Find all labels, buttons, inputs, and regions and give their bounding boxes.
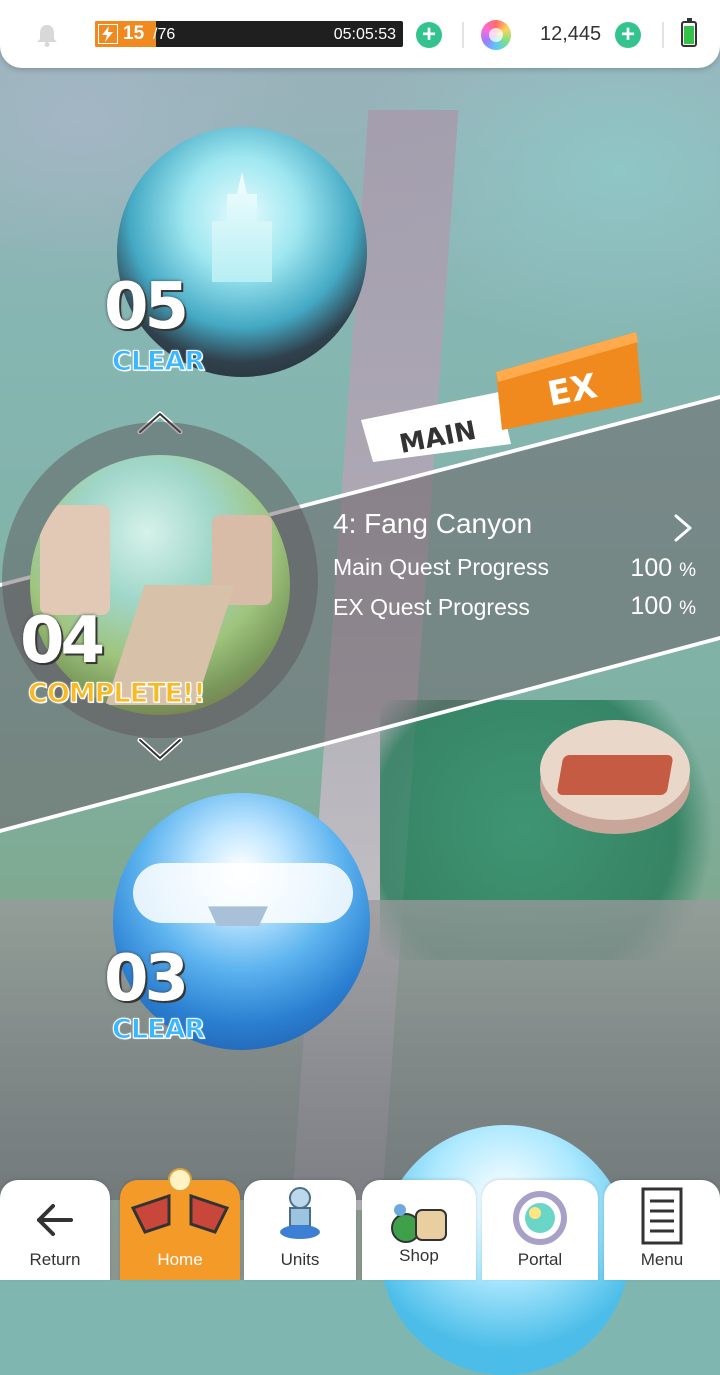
stage-05-number: 05 — [104, 270, 189, 344]
unit-figure-icon — [280, 1187, 320, 1239]
stamina-max: /76 — [153, 26, 176, 43]
divider — [662, 22, 664, 48]
main-quest-value: 100 % — [630, 554, 696, 582]
stamina-bar: 15 /76 05:05:53 — [95, 21, 403, 47]
canyon-rock — [40, 505, 110, 615]
rainbow-gem-icon — [481, 20, 511, 50]
arrow-left-icon — [37, 1204, 73, 1236]
red-carpet — [556, 755, 674, 795]
nav-return-label: Return — [29, 1250, 81, 1269]
nav-home-button[interactable]: Home — [120, 1168, 240, 1280]
crystal-city — [212, 172, 272, 282]
menu-list-icon — [641, 1187, 683, 1245]
nav-portal-label: Portal — [517, 1250, 563, 1269]
bottom-navigation: Return Home Units Shop Portal Menu — [0, 1168, 720, 1280]
chevron-down-icon[interactable] — [137, 738, 183, 762]
battery-icon — [681, 18, 697, 47]
add-gems-plus-icon[interactable]: + — [615, 22, 641, 48]
ex-quest-label: EX Quest Progress — [333, 594, 530, 620]
stage-04-number: 04 — [20, 604, 105, 678]
nav-shop-label: Shop — [399, 1246, 439, 1265]
shop-bag-icon — [391, 1204, 447, 1243]
nav-menu-label: Menu — [640, 1250, 684, 1269]
bell-icon[interactable] — [34, 22, 60, 48]
nav-portal-button[interactable]: Portal — [482, 1180, 598, 1280]
chevron-right-icon[interactable] — [672, 514, 694, 542]
stage-04-status: COMPLETE!! — [28, 678, 207, 710]
stamina-current: 15 — [123, 23, 145, 44]
winged-orb-icon — [130, 1168, 230, 1234]
tab-ex[interactable]: EX — [496, 332, 642, 432]
stage-title[interactable]: 4: Fang Canyon — [333, 508, 532, 540]
divider — [462, 22, 464, 48]
nav-return-button[interactable]: Return — [0, 1180, 110, 1280]
stage-03-status: CLEAR — [111, 1014, 205, 1046]
portal-icon — [513, 1191, 567, 1245]
main-quest-label: Main Quest Progress — [333, 554, 550, 580]
stamina-timer: 05:05:53 — [333, 26, 396, 43]
lightning-bolt-icon — [98, 24, 118, 44]
chevron-up-icon[interactable] — [137, 410, 183, 434]
stage-05-status: CLEAR — [111, 346, 205, 378]
top-status-bar: 15 /76 05:05:53 + 12,445 + — [0, 0, 720, 68]
nav-units-label: Units — [280, 1250, 320, 1269]
stage-03-number: 03 — [104, 942, 189, 1016]
nav-menu-button[interactable]: Menu — [604, 1180, 720, 1280]
nav-shop-button[interactable]: Shop — [362, 1180, 476, 1280]
tab-main[interactable]: MAIN — [361, 392, 511, 462]
nav-home-label: Home — [157, 1250, 203, 1269]
ex-quest-value: 100 % — [630, 592, 696, 620]
gem-count: 12,445 — [540, 23, 602, 45]
add-stamina-plus-icon[interactable]: + — [416, 22, 442, 48]
nav-units-button[interactable]: Units — [244, 1180, 356, 1280]
